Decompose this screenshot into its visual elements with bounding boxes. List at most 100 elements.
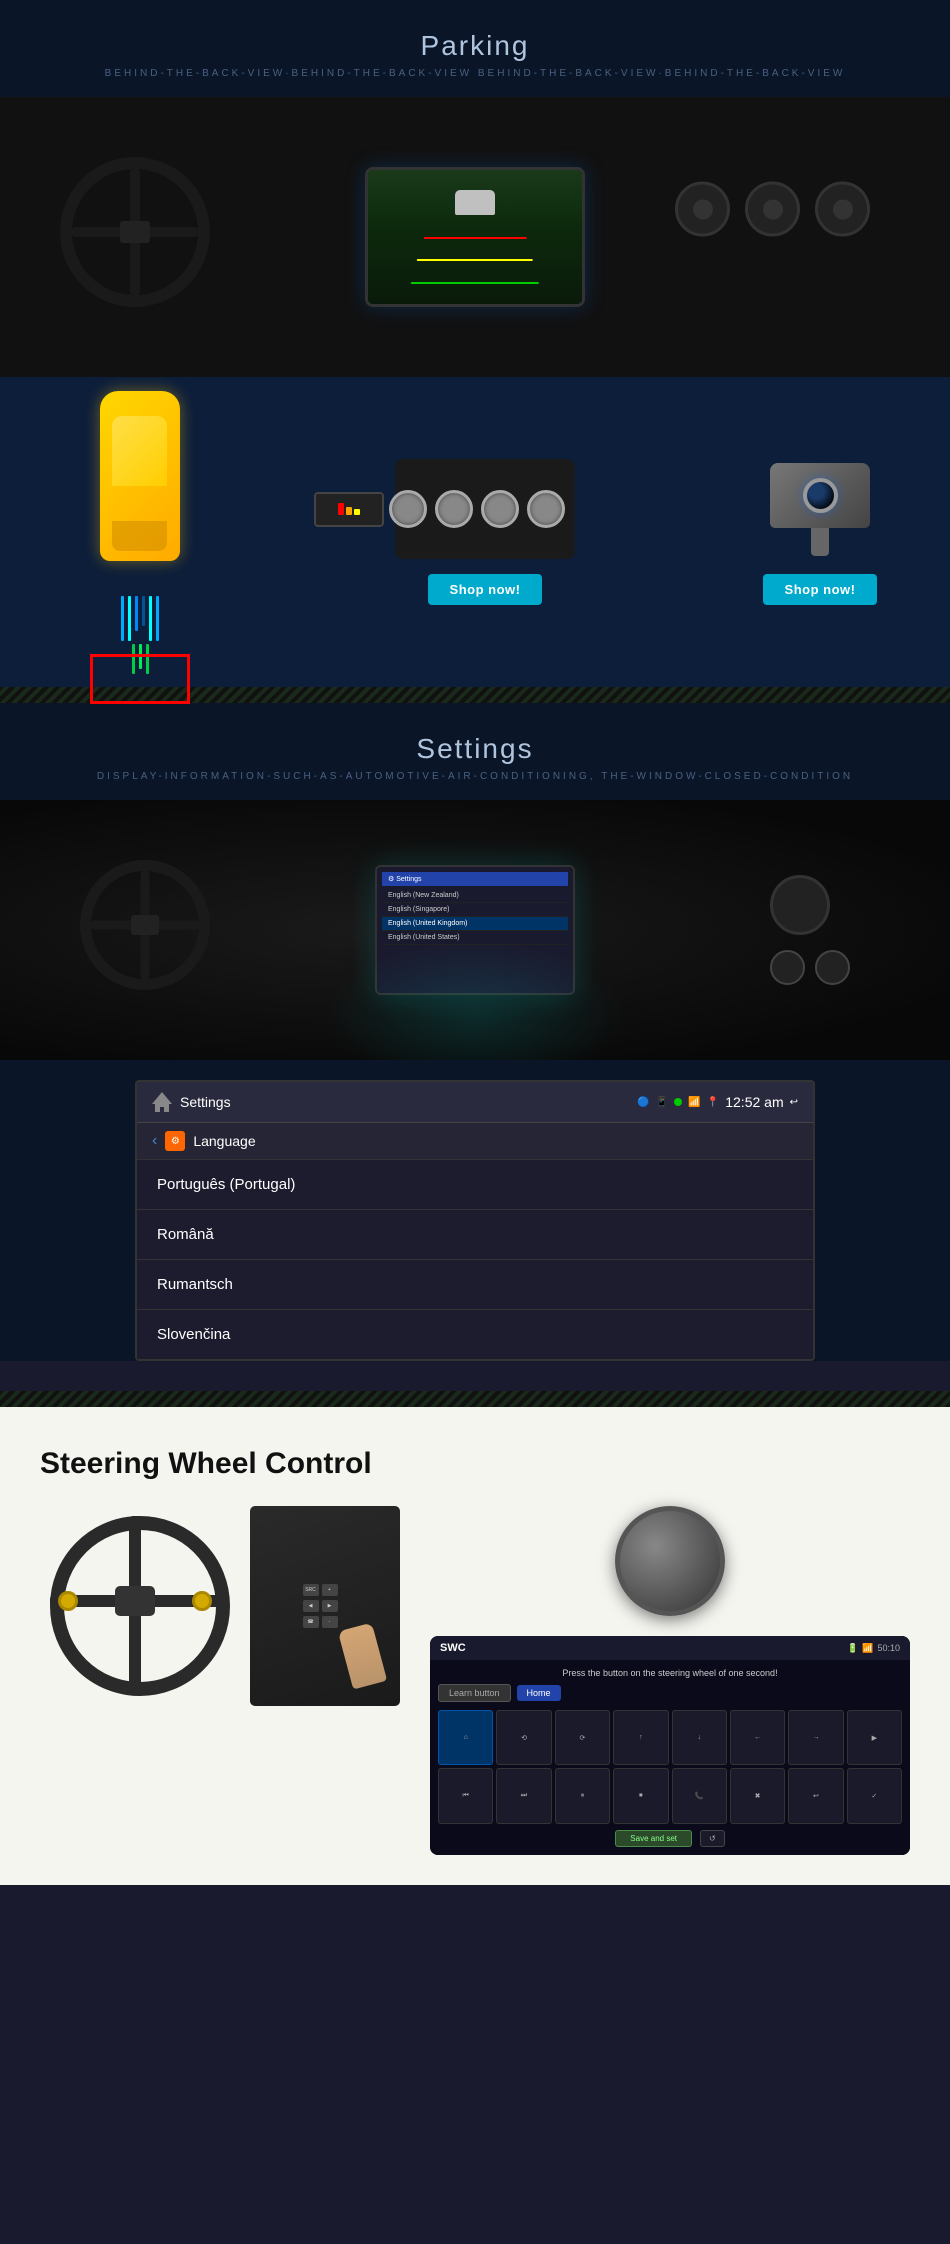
- status-time: 12:52 am: [725, 1094, 783, 1110]
- language-item-1[interactable]: Português (Portugal): [137, 1160, 813, 1210]
- gear-icon: ⚙: [165, 1131, 185, 1151]
- parking-dashboard-image: [0, 97, 950, 377]
- camera-lens: [803, 478, 838, 513]
- sensor-unit-3: [481, 490, 519, 528]
- sensor-unit-2: [435, 490, 473, 528]
- sw-left-button: [58, 1591, 78, 1611]
- sw-center-hub: [115, 1586, 155, 1616]
- hand-controls-image: SRC + ◀ ▶ ☎ -: [250, 1506, 400, 1706]
- swc-icon-left[interactable]: ←: [730, 1710, 785, 1765]
- sensor-display-unit: [314, 492, 384, 527]
- settings-ui-title: Settings: [180, 1094, 231, 1110]
- center-screen: [365, 167, 585, 307]
- swc-icon-play[interactable]: ▶: [847, 1710, 902, 1765]
- steering-left: SRC + ◀ ▶ ☎ -: [40, 1506, 400, 1706]
- settings-ui-panel: Settings 🔵 📱 📶 📍 12:52 am ↩ ‹ ⚙ Language…: [135, 1080, 815, 1361]
- reset-icon: ↺: [709, 1834, 716, 1843]
- parking-section: Parking BEHIND-THE-BACK-VIEW·BEHIND-THE-…: [0, 0, 950, 687]
- settings-section: Settings DISPLAY-INFORMATION-SUCH-AS-AUT…: [0, 703, 950, 1361]
- btn-row-2: ◀ ▶: [303, 1600, 338, 1612]
- parking-distance-lines: [121, 596, 159, 641]
- swc-battery-icon: 🔋: [847, 1643, 858, 1654]
- settings-header-title-row: Settings: [152, 1092, 231, 1112]
- swc-icon-up[interactable]: ↑: [613, 1710, 668, 1765]
- swc-learn-button[interactable]: Learn button: [438, 1684, 511, 1702]
- swc-icon-forward[interactable]: ⟳: [555, 1710, 610, 1765]
- settings-right-controls: [770, 875, 850, 985]
- settings-lang-item-3: English (United Kingdom): [382, 917, 568, 931]
- swc-icon-down[interactable]: ↓: [672, 1710, 727, 1765]
- swc-icon-home[interactable]: ⌂: [438, 1710, 493, 1765]
- backup-lines: [411, 227, 539, 294]
- swc-icon-stop[interactable]: ⏹: [613, 1768, 668, 1823]
- knob-control-3: [815, 182, 870, 237]
- steering-section: Steering Wheel Control: [0, 1407, 950, 1885]
- language-item-4[interactable]: Slovenčina: [137, 1310, 813, 1359]
- steering-wheel-image: [40, 1506, 240, 1706]
- camera-body: [770, 463, 870, 528]
- settings-dashboard-bg: ⚙ Settings English (New Zealand) English…: [0, 800, 950, 1060]
- settings-ui-header: Settings 🔵 📱 📶 📍 12:52 am ↩: [137, 1082, 813, 1123]
- swc-icon-pause[interactable]: ⏸: [555, 1768, 610, 1823]
- button-cluster: SRC + ◀ ▶ ☎ -: [303, 1584, 338, 1628]
- car-with-lines: [100, 391, 180, 674]
- dashboard-visual: [0, 97, 950, 377]
- ctrl-btn-src: SRC: [303, 1584, 319, 1596]
- settings-sub-header: ‹ ⚙ Language: [137, 1123, 813, 1160]
- ctrl-btn-next: ▶: [322, 1600, 338, 1612]
- swc-instruction: Press the button on the steering wheel o…: [438, 1668, 902, 1678]
- btn-row-1: SRC +: [303, 1584, 338, 1596]
- swc-home-button[interactable]: Home: [517, 1685, 561, 1701]
- settings-btn-1: [770, 950, 805, 985]
- parking-subtitle: BEHIND-THE-BACK-VIEW·BEHIND-THE-BACK-VIE…: [0, 68, 950, 79]
- swc-reset-button[interactable]: ↺: [700, 1830, 725, 1847]
- ctrl-btn-phone: ☎: [303, 1616, 319, 1628]
- gps-icon: 📍: [707, 1097, 719, 1108]
- wifi-icon: 📶: [688, 1097, 700, 1108]
- phone-icon: 📱: [656, 1097, 668, 1108]
- language-item-2[interactable]: Română: [137, 1210, 813, 1260]
- ctrl-btn-mode: ◀: [303, 1600, 319, 1612]
- swc-status-row: 🔋 📶 50:10: [847, 1643, 900, 1654]
- bluetooth-icon: 🔵: [637, 1097, 649, 1108]
- finger-visual: [338, 1622, 387, 1689]
- knob-control-1: [675, 182, 730, 237]
- swc-icon-prev[interactable]: ⏮: [438, 1768, 493, 1823]
- settings-car-image: ⚙ Settings English (New Zealand) English…: [0, 800, 950, 1060]
- parking-zone-red: [90, 654, 190, 704]
- steering-wheel-visual: [40, 1506, 230, 1696]
- swc-header: SWC 🔋 📶 50:10: [430, 1636, 910, 1660]
- hand-controls-visual: SRC + ◀ ▶ ☎ -: [250, 1506, 400, 1706]
- settings-lang-item-2: English (Singapore): [382, 903, 568, 917]
- language-section-title: Language: [193, 1133, 255, 1149]
- sensor-unit-1: [389, 490, 427, 528]
- home-icon: [152, 1092, 172, 1112]
- swc-icon-return[interactable]: ↩: [788, 1768, 843, 1823]
- camera-product-image: [755, 459, 885, 559]
- swc-icon-right[interactable]: →: [788, 1710, 843, 1765]
- sensor-units-row: [389, 490, 565, 528]
- camera-shop-now-button[interactable]: Shop now!: [763, 574, 878, 605]
- language-item-3[interactable]: Rumantsch: [137, 1260, 813, 1310]
- yellow-car-visual: [40, 407, 240, 657]
- sensor-unit-4: [527, 490, 565, 528]
- swc-ui-panel: SWC 🔋 📶 50:10 Press the button on the st…: [430, 1636, 910, 1855]
- sensor-shop-now-button[interactable]: Shop now!: [428, 574, 543, 605]
- swc-icon-close[interactable]: ✖: [730, 1768, 785, 1823]
- sw-right-button: [192, 1591, 212, 1611]
- car-in-camera-icon: [455, 190, 495, 215]
- ctrl-btn-vol-up: +: [322, 1584, 338, 1596]
- swc-icon-back[interactable]: ⟲: [496, 1710, 551, 1765]
- swc-icon-ok[interactable]: ✓: [847, 1768, 902, 1823]
- settings-buttons-row: [770, 950, 850, 985]
- swc-save-button[interactable]: Save and set: [615, 1830, 692, 1847]
- backup-line-yellow: [417, 259, 533, 261]
- back-arrow-btn[interactable]: ‹: [152, 1132, 157, 1150]
- swc-icon-next[interactable]: ⏭: [496, 1768, 551, 1823]
- dashboard-controls-right: [675, 182, 870, 237]
- steering-content: SRC + ◀ ▶ ☎ -: [40, 1506, 910, 1855]
- sensor-display: [314, 492, 384, 527]
- swc-icon-phone[interactable]: 📞: [672, 1768, 727, 1823]
- swc-body: Press the button on the steering wheel o…: [430, 1660, 910, 1855]
- sensor-bars: [338, 503, 360, 515]
